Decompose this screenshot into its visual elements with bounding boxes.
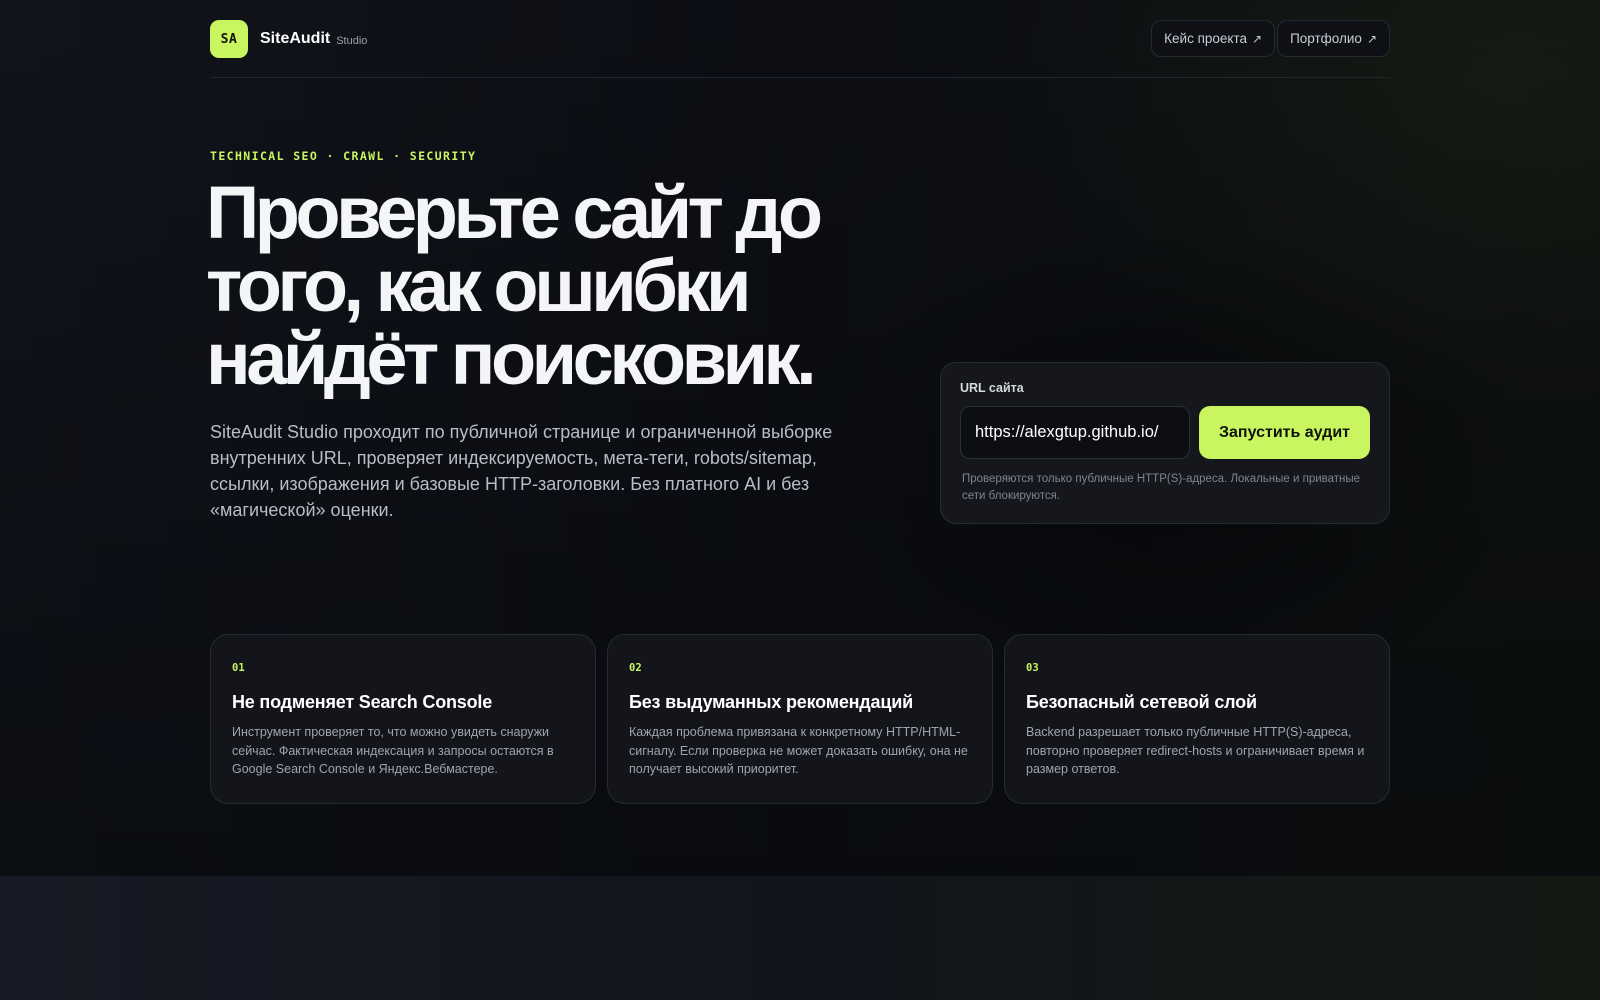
run-audit-button[interactable]: Запустить аудит	[1199, 406, 1370, 459]
feature-text: Инструмент проверяет то, что можно увиде…	[232, 725, 554, 776]
feature-title: Не подменяет Search Console	[232, 692, 493, 712]
brand-subtitle: Studio	[336, 35, 368, 47]
feature-title: Без выдуманных рекомендаций	[629, 692, 913, 712]
url-input[interactable]	[960, 406, 1190, 459]
feature-card: 03 Безопасный сетевой слой Backend разре…	[1004, 634, 1390, 804]
feature-title: Безопасный сетевой слой	[1026, 692, 1257, 712]
feature-number: 02	[629, 662, 642, 674]
brand-name: SiteAudit	[260, 30, 331, 47]
hero-lead: SiteAudit Studio проходит по публичной с…	[210, 422, 833, 520]
audit-form-card: URL сайта Запустить аудит Проверяются то…	[940, 362, 1390, 524]
site-header: SA SiteAudit Studio Кейс проекта ↗ Портфо…	[210, 20, 1390, 78]
feature-number: 01	[232, 662, 245, 674]
feature-text: Каждая проблема привязана к конкретному …	[629, 725, 968, 776]
page: SA SiteAudit Studio Кейс проекта ↗ Портфо…	[0, 0, 1600, 1000]
footer-band	[0, 876, 1600, 1000]
logo: SA	[210, 20, 248, 58]
feature-number: 03	[1026, 662, 1039, 674]
nav-link-label: Портфолио	[1290, 31, 1362, 46]
nav-link-portfolio[interactable]: Портфолио ↗	[1277, 20, 1390, 57]
nav-link-label: Кейс проекта	[1164, 31, 1248, 46]
feature-text: Backend разрешает только публичные HTTP(…	[1026, 725, 1365, 776]
url-field-hint: Проверяются только публичные HTTP(S)-адр…	[962, 473, 1361, 502]
brand[interactable]: SA SiteAudit Studio	[210, 20, 367, 58]
arrow-up-right-icon: ↗	[1366, 31, 1377, 46]
audit-form-row: Запустить аудит	[960, 406, 1370, 459]
hero-headline: Проверьте сайт до того, как ошибки найдё…	[206, 171, 823, 400]
features: 01 Не подменяет Search Console Инструмен…	[210, 634, 1390, 804]
feature-card: 02 Без выдуманных рекомендаций Каждая пр…	[607, 634, 993, 804]
arrow-up-right-icon: ↗	[1252, 31, 1263, 46]
hero-eyebrow: TECHNICAL SEO · CRAWL · SECURITY	[210, 149, 477, 163]
header-nav: Кейс проекта ↗ Портфолио ↗	[1151, 20, 1390, 57]
nav-link-case[interactable]: Кейс проекта ↗	[1151, 20, 1276, 57]
feature-card: 01 Не подменяет Search Console Инструмен…	[210, 634, 596, 804]
url-field-label: URL сайта	[960, 381, 1024, 395]
